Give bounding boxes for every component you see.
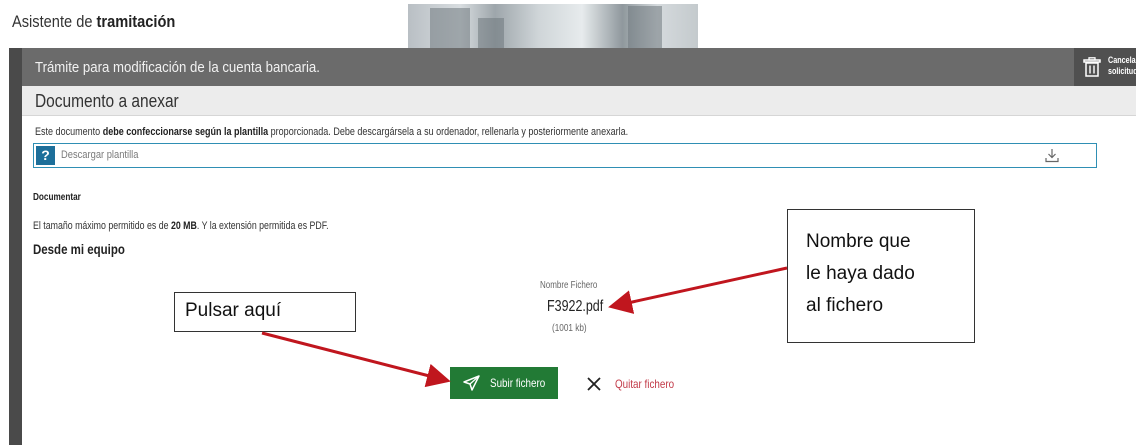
- app-title-prefix: Asistente de: [12, 12, 93, 31]
- document-instructions: Este documento debe confeccionarse según…: [35, 126, 628, 138]
- cancel-request-label: Cancela solicitud: [1108, 55, 1136, 77]
- app-title: Asistente de tramitación: [12, 12, 175, 32]
- callout-nombre-fichero: Nombre que le haya dado al fichero: [787, 209, 975, 343]
- download-template-label: Descargar plantilla: [61, 149, 139, 161]
- file-name: F3922.pdf: [547, 298, 604, 315]
- remove-file-button[interactable]: Quitar fichero: [586, 375, 696, 395]
- note-suffix: proporcionada. Debe descargársela a su o…: [270, 126, 629, 138]
- callout-pulsar-aqui: Pulsar aquí: [174, 292, 356, 332]
- cancel-label-line1: Cancela: [1108, 55, 1136, 65]
- procedure-title: Trámite para modificación de la cuenta b…: [35, 59, 320, 76]
- upload-file-label: Subir fichero: [490, 376, 546, 390]
- file-size-note: El tamaño máximo permitido es de 20 MB. …: [33, 220, 329, 232]
- question-icon[interactable]: ?: [36, 146, 55, 165]
- size-note-prefix: El tamaño máximo permitido es de: [33, 220, 169, 232]
- callout-pulsar-text: Pulsar aquí: [185, 300, 282, 321]
- file-name-column-label: Nombre Fichero: [540, 280, 598, 291]
- cancel-label-line2: solicitud: [1108, 66, 1136, 76]
- size-note-suffix: . Y la extensión permitida es PDF.: [196, 220, 329, 232]
- note-prefix: Este documento: [35, 126, 101, 138]
- upload-file-button[interactable]: Subir fichero: [450, 367, 558, 399]
- section-header: Documento a anexar: [22, 86, 1136, 116]
- callout-nombre-text: Nombre que le haya dado al fichero: [806, 231, 915, 316]
- top-header: Asistente de tramitación: [0, 0, 1136, 48]
- remove-file-label: Quitar fichero: [615, 377, 675, 391]
- trash-icon: [1083, 57, 1101, 77]
- arrow-to-filename: [608, 266, 788, 314]
- size-note-bold: 20 MB: [170, 220, 197, 232]
- app-title-bold: tramitación: [96, 12, 176, 31]
- paper-plane-icon: [463, 375, 480, 391]
- close-icon: [587, 377, 601, 391]
- header-banner-image: [408, 4, 698, 48]
- documentar-heading: Documentar: [33, 192, 81, 203]
- cancel-request-button[interactable]: Cancela solicitud: [1074, 48, 1136, 86]
- file-size: (1001 kb): [552, 323, 587, 334]
- source-label: Desde mi equipo: [33, 241, 125, 257]
- download-template-row[interactable]: ? Descargar plantilla: [33, 143, 1097, 168]
- procedure-title-bar: Trámite para modificación de la cuenta b…: [22, 48, 1136, 86]
- section-title: Documento a anexar: [35, 91, 179, 111]
- arrow-to-upload: [261, 331, 451, 388]
- note-bold: debe confeccionarse según la plantilla: [102, 126, 269, 138]
- download-icon[interactable]: [1045, 148, 1059, 163]
- left-sidebar-stripe: [9, 48, 22, 445]
